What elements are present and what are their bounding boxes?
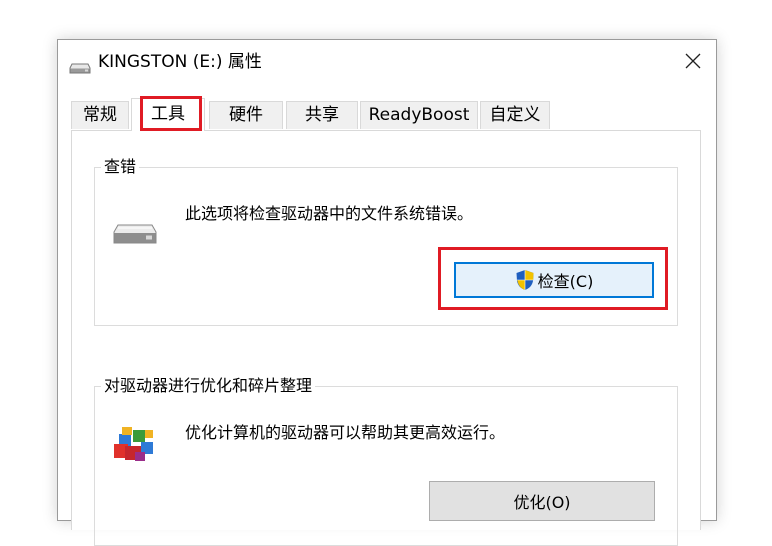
optimize-button[interactable]: 优化(O)	[429, 481, 655, 521]
check-button[interactable]: 检查(C)	[454, 262, 654, 298]
error-check-title: 查错	[101, 156, 140, 178]
optimize-button-label: 优化(O)	[513, 493, 571, 512]
tab-tools[interactable]: 工具	[131, 98, 205, 131]
tab-sharing[interactable]: 共享	[286, 101, 358, 129]
error-check-group: 查错 此选项将检查驱动器中的文件系统错误。 检查(C)	[94, 156, 678, 326]
properties-window: KINGSTON (E:) 属性 常规 工具 硬件 共享 ReadyBoost …	[57, 39, 717, 546]
optimize-description: 优化计算机的驱动器可以帮助其更高效运行。	[185, 423, 506, 442]
uac-shield-icon	[515, 269, 535, 291]
window-title: KINGSTON (E:) 属性	[98, 52, 262, 72]
drive-icon	[69, 59, 91, 74]
tools-panel: 查错 此选项将检查驱动器中的文件系统错误。 检查(C) 对驱动器进行优化和碎片整…	[71, 130, 701, 546]
tab-hardware[interactable]: 硬件	[209, 101, 283, 129]
tab-readyboost[interactable]: ReadyBoost	[360, 101, 478, 129]
error-check-description: 此选项将检查驱动器中的文件系统错误。	[185, 204, 474, 223]
tab-customize[interactable]: 自定义	[480, 101, 550, 129]
defrag-icon	[111, 424, 157, 468]
close-button[interactable]	[670, 40, 716, 86]
check-button-label: 检查(C)	[537, 272, 594, 291]
close-icon	[685, 53, 701, 73]
drive-icon	[112, 223, 158, 249]
title-bar[interactable]: KINGSTON (E:) 属性	[58, 40, 716, 86]
optimize-title: 对驱动器进行优化和碎片整理	[101, 375, 316, 397]
optimize-group: 对驱动器进行优化和碎片整理 优化计算机的驱动器可以帮助其更高效运行。 优化(O)	[94, 375, 678, 546]
tab-general[interactable]: 常规	[71, 101, 129, 129]
tab-bar: 常规 工具 硬件 共享 ReadyBoost 自定义	[71, 98, 711, 131]
